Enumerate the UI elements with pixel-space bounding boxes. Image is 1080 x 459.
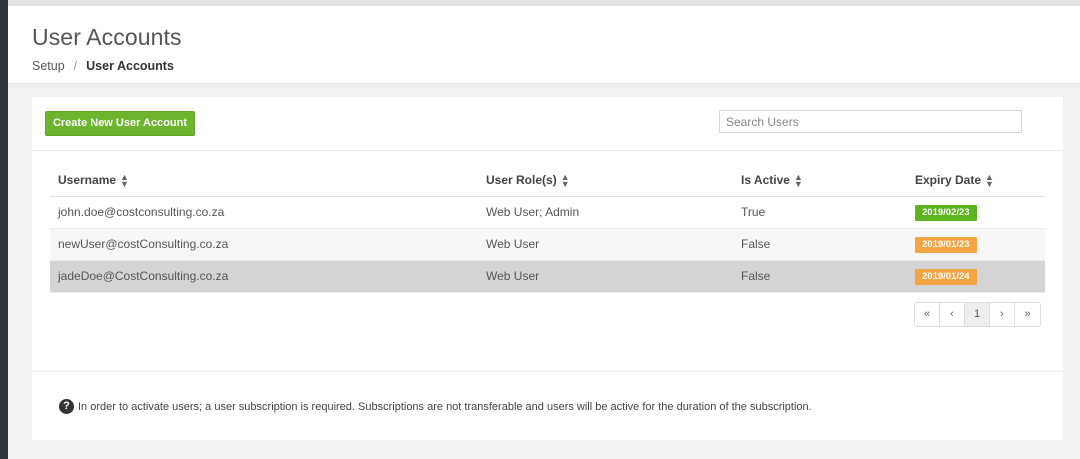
username-cell: john.doe@costconsulting.co.za: [50, 196, 478, 229]
is-active-cell: False: [733, 228, 907, 261]
breadcrumb-setup-link[interactable]: Setup: [32, 59, 65, 73]
pagination-last-button[interactable]: »: [1015, 303, 1040, 326]
search-users-input[interactable]: [719, 110, 1022, 133]
pagination-prev-button[interactable]: ‹: [940, 303, 965, 326]
breadcrumb-current: User Accounts: [86, 59, 174, 73]
table-row[interactable]: john.doe@costconsulting.co.za Web User; …: [50, 196, 1045, 229]
divider: [32, 371, 1063, 372]
page-title: User Accounts: [32, 24, 182, 50]
breadcrumb-separator: /: [73, 59, 78, 73]
roles-cell: Web User: [478, 228, 733, 261]
username-cell: jadeDoe@CostConsulting.co.za: [50, 260, 478, 293]
user-accounts-panel: Create New User Account Username▲▼ User …: [32, 97, 1063, 440]
user-accounts-table: Username ▲ ▼ User Role(s) ▲ ▼ Is Active ▲ ▼ Ex…: [50, 165, 1045, 293]
column-header-label: Is Active: [741, 172, 790, 187]
roles-cell: Web User: [478, 260, 733, 293]
is-active-cell: True: [733, 196, 907, 229]
left-sidebar-rail: [0, 0, 8, 459]
pagination-first-button[interactable]: «: [915, 303, 940, 326]
pagination: « ‹ 1 › »: [914, 302, 1041, 327]
page-header: User Accounts Setup / User Accounts: [8, 6, 1080, 84]
expiry-date-badge: 2019/01/23: [915, 236, 977, 253]
expiry-cell: 2019/02/23: [907, 196, 1045, 229]
expiry-cell: 2019/01/24: [907, 260, 1045, 293]
sort-icon: ▲ ▼: [793, 171, 803, 189]
username-cell: newUser@costConsulting.co.za: [50, 228, 478, 261]
expiry-date-badge: 2019/01/24: [915, 268, 977, 285]
expiry-cell: 2019/01/23: [907, 228, 1045, 261]
table-row[interactable]: jadeDoe@CostConsulting.co.za Web User Fa…: [50, 260, 1045, 293]
sort-icon: ▲ ▼: [120, 171, 129, 189]
sort-icon: ▲ ▼: [560, 171, 570, 189]
is-active-cell: False: [733, 260, 907, 293]
sort-icon: ▲ ▼: [985, 171, 994, 189]
column-header-username[interactable]: Username ▲ ▼: [50, 165, 478, 197]
pagination-page-button[interactable]: 1: [965, 303, 990, 326]
pagination-next-button[interactable]: ›: [990, 303, 1015, 326]
column-header-expiry-date[interactable]: Expiry Date ▲ ▼: [907, 165, 1045, 197]
table-header-row: Username ▲ ▼ User Role(s) ▲ ▼ Is Active ▲ ▼ Ex…: [50, 165, 1045, 197]
column-header-label: Username: [58, 172, 117, 187]
table-row[interactable]: newUser@costConsulting.co.za Web User Fa…: [50, 228, 1045, 261]
expiry-date-badge: 2019/02/23: [915, 204, 977, 221]
question-circle-icon: ?: [59, 399, 74, 414]
subscription-note: ? In order to activate users; a user sub…: [59, 399, 812, 414]
breadcrumb: Setup / User Accounts: [32, 59, 174, 73]
roles-cell: Web User; Admin: [478, 196, 733, 229]
subscription-note-text: In order to activate users; a user subsc…: [78, 400, 812, 413]
column-header-label: Expiry Date: [915, 172, 982, 187]
column-header-label: User Role(s): [486, 172, 557, 187]
column-header-user-roles[interactable]: User Role(s) ▲ ▼: [478, 165, 733, 197]
create-user-account-button[interactable]: Create New User Account: [45, 111, 195, 136]
divider: [32, 150, 1063, 151]
column-header-is-active[interactable]: Is Active ▲ ▼: [733, 165, 907, 197]
